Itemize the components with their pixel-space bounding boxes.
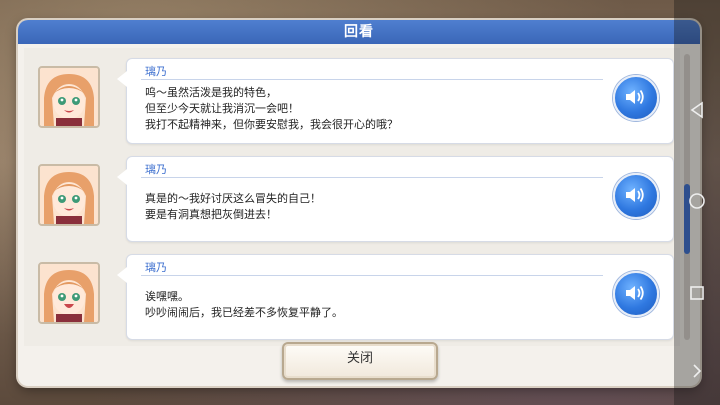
speaker-name: 璃乃 — [145, 163, 167, 176]
home-circle-icon[interactable] — [688, 192, 706, 210]
dialog-title: 回看 — [18, 20, 700, 44]
dialogue-bubble: 璃乃 真是的～我好讨厌这么冒失的自己！ 要是有洞真想把灰倒进去！ — [117, 156, 674, 242]
avatar — [38, 164, 100, 226]
play-voice-button[interactable] — [613, 271, 659, 317]
list-item: 璃乃 呜～虽然活泼是我的特色， 但至少今天就让我消沉一会吧！ 我打不起精神来，但… — [24, 52, 680, 146]
dialogue-line: 要是有洞真想把灰倒进去！ — [145, 208, 277, 221]
speaker-icon — [626, 187, 644, 203]
dialogue-line: 真是的～我好讨厌这么冒失的自己！ — [145, 192, 321, 205]
dialogue-bubble: 璃乃 呜～虽然活泼是我的特色， 但至少今天就让我消沉一会吧！ 我打不起精神来，但… — [117, 58, 674, 144]
system-nav-bar — [674, 0, 720, 405]
list-item: 璃乃 真是的～我好讨厌这么冒失的自己！ 要是有洞真想把灰倒进去！ — [24, 150, 680, 244]
divider — [141, 177, 603, 178]
dialogue-text: 真是的～我好讨厌这么冒失的自己！ 要是有洞真想把灰倒进去！ — [145, 191, 321, 223]
speaker-icon — [626, 89, 644, 105]
speaker-icon — [626, 285, 644, 301]
speaker-name: 璃乃 — [145, 65, 167, 78]
dialogue-line: 但至少今天就让我消沉一会吧！ — [145, 102, 299, 115]
backlog-dialog: 回看 璃乃 呜～虽然活泼是我的特色， 但至少今天就让我消沉一会吧！ 我打不起精神… — [18, 20, 700, 386]
dialogue-text: 诶嘿嘿。 吵吵闹闹后，我已经差不多恢复平静了。 — [145, 289, 343, 321]
speaker-name: 璃乃 — [145, 261, 167, 274]
divider — [141, 275, 603, 276]
dialogue-line: 我打不起精神来，但你要安慰我，我会很开心的哦？ — [145, 118, 398, 131]
dialogue-line: 吵吵闹闹后，我已经差不多恢复平静了。 — [145, 306, 343, 319]
chevron-right-icon[interactable] — [688, 362, 706, 380]
avatar — [38, 262, 100, 324]
divider — [141, 79, 603, 80]
avatar — [38, 66, 100, 128]
back-triangle-icon[interactable] — [688, 101, 706, 119]
dialogue-text: 呜～虽然活泼是我的特色， 但至少今天就让我消沉一会吧！ 我打不起精神来，但你要安… — [145, 85, 398, 133]
dialogue-line: 诶嘿嘿。 — [145, 290, 189, 303]
recent-square-icon[interactable] — [688, 284, 706, 302]
dialogue-line: 呜～虽然活泼是我的特色， — [145, 86, 277, 99]
play-voice-button[interactable] — [613, 173, 659, 219]
play-voice-button[interactable] — [613, 75, 659, 121]
backlog-list[interactable]: 璃乃 呜～虽然活泼是我的特色， 但至少今天就让我消沉一会吧！ 我打不起精神来，但… — [24, 48, 680, 346]
list-item: 璃乃 诶嘿嘿。 吵吵闹闹后，我已经差不多恢复平静了。 — [24, 248, 680, 342]
dialogue-bubble: 璃乃 诶嘿嘿。 吵吵闹闹后，我已经差不多恢复平静了。 — [117, 254, 674, 340]
close-button[interactable]: 关闭 — [282, 342, 438, 380]
